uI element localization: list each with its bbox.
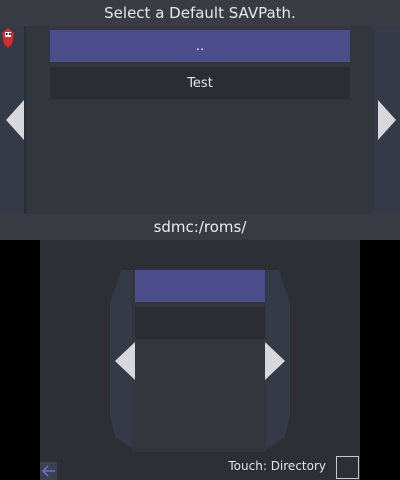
mascot-icon [2, 28, 14, 48]
current-path: sdmc:/roms/ [153, 218, 247, 236]
touch-next-arrow-icon[interactable] [265, 342, 285, 380]
touch-mode-label: Touch: Directory [228, 459, 326, 473]
back-arrow-icon [41, 465, 55, 477]
touch-list-item[interactable] [135, 307, 265, 339]
touch-previous-arrow-icon[interactable] [115, 342, 135, 380]
list-item-parent-directory[interactable]: .. [50, 30, 350, 62]
list-item-label: Test [187, 75, 213, 91]
bottom-screen: Touch: Directory [40, 240, 360, 480]
touch-mode-checkbox[interactable] [336, 456, 359, 479]
list-item-test[interactable]: Test [50, 67, 350, 99]
current-path-bar: sdmc:/roms/ [0, 214, 400, 240]
previous-page-arrow-icon[interactable] [6, 100, 24, 140]
list-item-label: .. [195, 38, 205, 54]
back-button[interactable] [40, 462, 57, 480]
page-title: Select a Default SAVPath. [104, 4, 296, 22]
next-page-arrow-icon[interactable] [378, 100, 396, 140]
touch-selected-item[interactable] [135, 270, 265, 302]
top-screen: Select a Default SAVPath. .. Test sdmc:/… [0, 0, 400, 240]
title-bar: Select a Default SAVPath. [0, 0, 400, 26]
